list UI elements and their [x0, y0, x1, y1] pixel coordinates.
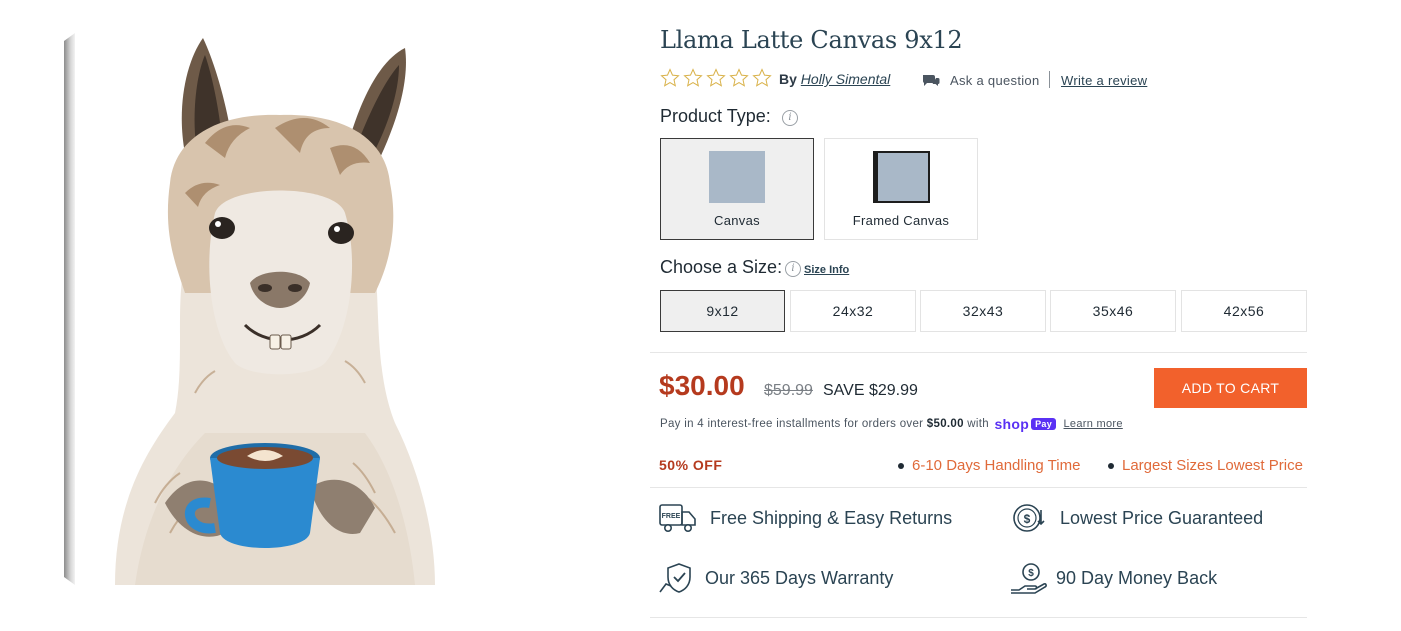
- bullet-icon: [1108, 463, 1114, 469]
- canvas-edge: [64, 33, 75, 585]
- feature-money-back: 90 Day Money Back: [1056, 568, 1218, 588]
- star-icon[interactable]: [706, 68, 726, 88]
- bullet-icon: [898, 463, 904, 469]
- size-info-link[interactable]: Size Info: [804, 264, 849, 276]
- price-guarantee-icon: $: [1013, 504, 1045, 532]
- current-price: $30.00: [659, 370, 745, 401]
- original-price: $59.99: [764, 382, 813, 399]
- feature-free-shipping: Free Shipping & Easy Returns: [710, 508, 953, 528]
- shop-pay-logo: shop Pay: [994, 416, 1057, 432]
- product-type-label-text: Canvas: [714, 213, 760, 228]
- section-divider: [650, 352, 1307, 353]
- feature-warranty: Our 365 Days Warranty: [705, 568, 894, 588]
- by-label: By: [779, 71, 797, 87]
- installments-amount: $50.00: [926, 418, 964, 431]
- info-icon[interactable]: i: [785, 261, 801, 277]
- product-title: Llama Latte Canvas 9x12: [660, 26, 963, 54]
- installments-text: Pay in 4 interest-free installments for …: [660, 418, 924, 431]
- size-option-32x43[interactable]: 32x43: [920, 290, 1046, 332]
- svg-text:$: $: [1024, 512, 1031, 526]
- warranty-shield-icon: [659, 563, 691, 593]
- ask-question-link[interactable]: Ask a question: [950, 73, 1039, 88]
- promo-handling-time: 6-10 Days Handling Time: [912, 457, 1081, 474]
- author-link[interactable]: Holly Simental: [801, 71, 890, 87]
- size-label: Choose a Size:: [660, 257, 783, 277]
- product-type-label-text: Framed Canvas: [852, 213, 950, 228]
- section-divider: [650, 487, 1307, 488]
- canvas-thumbnail: [709, 151, 765, 203]
- framed-canvas-thumbnail: [873, 151, 930, 203]
- size-option-9x12[interactable]: 9x12: [660, 290, 785, 332]
- info-icon[interactable]: i: [782, 110, 798, 126]
- size-option-35x46[interactable]: 35x46: [1050, 290, 1176, 332]
- learn-more-link[interactable]: Learn more: [1064, 418, 1123, 430]
- money-back-icon: $: [1011, 563, 1047, 594]
- size-option-24x32[interactable]: 24x32: [790, 290, 916, 332]
- product-image[interactable]: [75, 33, 487, 585]
- write-review-link[interactable]: Write a review: [1061, 73, 1147, 88]
- installments-info: Pay in 4 interest-free installments for …: [660, 416, 1123, 432]
- size-option-42x56[interactable]: 42x56: [1181, 290, 1307, 332]
- svg-text:$: $: [1028, 568, 1034, 579]
- divider: [1049, 71, 1050, 88]
- section-divider: [650, 617, 1307, 618]
- savings-amount: SAVE $29.99: [823, 382, 918, 399]
- truck-icon: FREE: [659, 504, 696, 532]
- byline: By Holly Simental: [779, 71, 890, 87]
- star-icon[interactable]: [729, 68, 749, 88]
- rating-stars[interactable]: [660, 68, 772, 88]
- star-icon[interactable]: [683, 68, 703, 88]
- free-badge: FREE: [662, 513, 681, 520]
- installments-with: with: [967, 418, 989, 431]
- product-type-canvas[interactable]: Canvas: [660, 138, 814, 240]
- star-icon[interactable]: [752, 68, 772, 88]
- discount-badge: 50% OFF: [659, 457, 723, 473]
- feature-lowest-price: Lowest Price Guaranteed: [1060, 508, 1264, 528]
- product-type-label: Product Type:: [660, 106, 771, 126]
- product-type-framed-canvas[interactable]: Framed Canvas: [824, 138, 978, 240]
- promo-largest-sizes: Largest Sizes Lowest Price: [1122, 457, 1303, 474]
- star-icon[interactable]: [660, 68, 680, 88]
- llama-illustration: [115, 38, 435, 585]
- chat-bubbles-icon: [922, 75, 940, 86]
- add-to-cart-button[interactable]: ADD TO CART: [1154, 368, 1307, 408]
